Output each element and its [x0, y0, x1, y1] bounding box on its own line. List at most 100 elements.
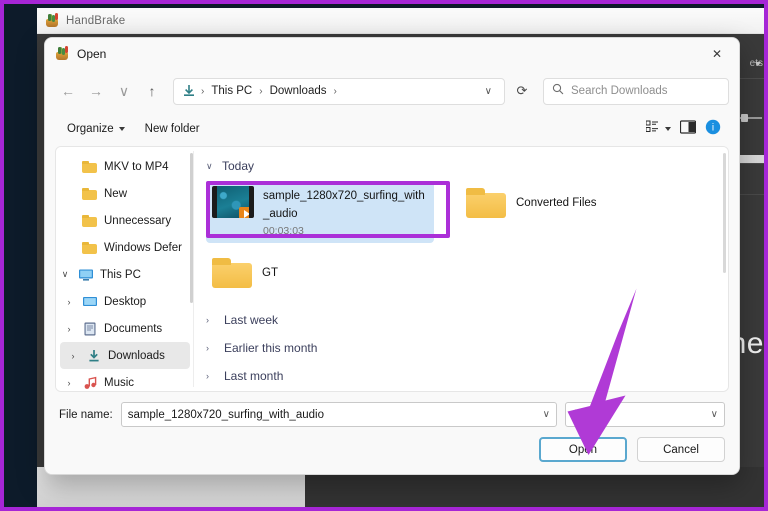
file-item-meta: sample_1280x720_surfing_with_audio 00:03…	[263, 186, 428, 237]
folder-icon	[82, 186, 98, 202]
sidebar-item-label: Unnecessary	[104, 214, 172, 227]
chevron-right-icon[interactable]: ›	[62, 189, 76, 199]
forward-button[interactable]: →	[83, 78, 109, 104]
sidebar-item-documents[interactable]: › Documents	[56, 315, 194, 342]
chevron-right-icon[interactable]: ›	[62, 378, 76, 388]
group-label: Last month	[224, 369, 284, 383]
sidebar-item-unnecessary[interactable]: › Unnecessary	[56, 207, 194, 234]
file-type-value: All files	[572, 408, 609, 421]
gt-folder-row: GT	[206, 251, 718, 294]
today-items-row: sample_1280x720_surfing_with_audio 00:03…	[206, 181, 718, 243]
file-item-video[interactable]: sample_1280x720_surfing_with_audio 00:03…	[206, 181, 434, 243]
chevron-right-icon[interactable]: ›	[62, 216, 76, 226]
file-name-input[interactable]: sample_1280x720_surfing_with_audio ∨	[120, 402, 557, 427]
downloads-icon	[86, 348, 102, 364]
search-icon	[552, 82, 564, 100]
sidebar-item-this-pc[interactable]: ∨ This PC	[56, 261, 194, 288]
open-button[interactable]: Open	[539, 437, 627, 462]
folder-icon	[466, 187, 506, 218]
folder-icon	[212, 257, 252, 288]
address-bar[interactable]: › This PC › Downloads › ∨	[173, 77, 505, 105]
search-box[interactable]: Search Downloads	[543, 77, 729, 105]
chevron-down-icon: ∨	[206, 160, 213, 171]
dialog-command-bar: Organize New folder i	[45, 112, 739, 146]
dialog-navbar: ← → ∨ ↑ › This PC › Downloads › ∨ ⟳ Sear…	[45, 70, 739, 112]
breadcrumb-separator: ›	[259, 85, 263, 97]
folder-name-label: GT	[262, 266, 278, 279]
sidebar-item-label: New	[104, 187, 128, 200]
back-button[interactable]: ←	[55, 78, 81, 104]
organize-button[interactable]: Organize	[59, 119, 133, 139]
sidebar-item-label: This PC	[100, 268, 141, 281]
chevron-down-icon	[665, 127, 671, 131]
close-icon[interactable]: ✕	[695, 38, 739, 70]
pc-icon	[78, 267, 94, 283]
group-header-last-week[interactable]: › Last week	[206, 306, 718, 334]
music-icon	[82, 375, 98, 391]
breadcrumb-downloads[interactable]: Downloads	[266, 83, 331, 99]
sidebar-item-label: Desktop	[104, 295, 147, 308]
sidebar-item-label: MKV to MP4	[104, 160, 169, 173]
help-button[interactable]: i	[705, 119, 721, 140]
documents-icon	[82, 321, 98, 337]
chevron-right-icon[interactable]: ›	[62, 297, 76, 307]
file-type-select[interactable]: All files ∨	[565, 402, 725, 427]
sidebar-item-label: Documents	[104, 322, 163, 335]
new-folder-button[interactable]: New folder	[137, 119, 208, 139]
chevron-right-icon[interactable]: ›	[62, 324, 76, 334]
folder-item-converted-files[interactable]: Converted Files	[460, 181, 603, 224]
chevron-right-icon: ›	[206, 371, 209, 381]
navigation-sidebar[interactable]: › MKV to MP4 › New › Unnecessary › Windows Defe…	[56, 147, 194, 391]
organize-label: Organize	[67, 123, 114, 135]
footer-fields-row: File name: sample_1280x720_surfing_with_…	[59, 402, 725, 427]
sidebar-item-mkv-to-mp4[interactable]: › MKV to MP4	[56, 153, 194, 180]
file-list-pane[interactable]: ∨ Today sample_1280x720_surfing_with_aud…	[194, 147, 728, 391]
sidebar-item-label: Music	[104, 376, 135, 389]
open-file-dialog[interactable]: Open ✕ ← → ∨ ↑ › This PC › Downloads › ∨…	[44, 37, 740, 475]
chevron-right-icon[interactable]: ›	[62, 162, 76, 172]
chevron-down-icon[interactable]: ∨	[537, 409, 550, 420]
chevron-right-icon[interactable]: ›	[66, 351, 80, 361]
footer-buttons-row: Open Cancel	[59, 437, 725, 462]
file-pane-scrollbar[interactable]	[723, 153, 726, 273]
handbrake-titlebar: HandBrake	[37, 8, 764, 34]
chevron-down-icon[interactable]	[755, 62, 761, 66]
group-header-earlier-this-year[interactable]: ›Earlier this year	[206, 390, 718, 391]
sidebar-item-new[interactable]: › New	[56, 180, 194, 207]
desktop-icon	[82, 294, 98, 310]
group-label: Last week	[224, 313, 279, 327]
folder-item-gt[interactable]: GT	[206, 251, 284, 294]
search-input[interactable]: Search Downloads	[571, 85, 668, 97]
up-button[interactable]: ↑	[139, 78, 165, 104]
sidebar-item-windows-defer[interactable]: › Windows Defer	[56, 234, 194, 261]
chevron-right-icon: ›	[206, 315, 209, 325]
sidebar-item-downloads[interactable]: › Downloads	[60, 342, 190, 369]
sidebar-item-music[interactable]: › Music	[56, 369, 194, 391]
chevron-down-icon[interactable]: ∨	[705, 409, 718, 420]
folder-icon	[82, 240, 98, 256]
recent-locations-button[interactable]: ∨	[111, 78, 137, 104]
group-label: Today	[222, 159, 255, 173]
view-options-button[interactable]	[645, 120, 671, 138]
chevron-down-icon[interactable]: ∨	[58, 269, 72, 280]
chevron-down-icon	[118, 127, 125, 131]
handbrake-pineapple-icon	[55, 47, 69, 61]
group-header-today[interactable]: ∨ Today	[206, 155, 718, 177]
command-bar-right-group: i	[645, 119, 725, 140]
chevron-right-icon[interactable]: ›	[62, 243, 76, 253]
play-badge-icon	[239, 207, 249, 218]
folder-icon	[82, 213, 98, 229]
breadcrumb-this-pc[interactable]: This PC	[207, 83, 256, 99]
address-dropdown-icon[interactable]: ∨	[477, 86, 500, 97]
downloads-arrow-icon	[180, 82, 198, 100]
preview-pane-button[interactable]	[679, 119, 697, 139]
folder-name-label: Converted Files	[516, 196, 597, 209]
cancel-button[interactable]: Cancel	[637, 437, 725, 462]
refresh-icon[interactable]: ⟳	[509, 78, 535, 104]
group-header-earlier-this-month[interactable]: › Earlier this month	[206, 334, 718, 362]
file-name-input-value: sample_1280x720_surfing_with_audio	[127, 408, 324, 421]
group-header-last-month[interactable]: › Last month	[206, 362, 718, 390]
dialog-footer: File name: sample_1280x720_surfing_with_…	[45, 392, 739, 474]
sidebar-item-desktop[interactable]: › Desktop	[56, 288, 194, 315]
sidebar-item-list: › MKV to MP4 › New › Unnecessary › Windows Defe…	[56, 153, 194, 391]
